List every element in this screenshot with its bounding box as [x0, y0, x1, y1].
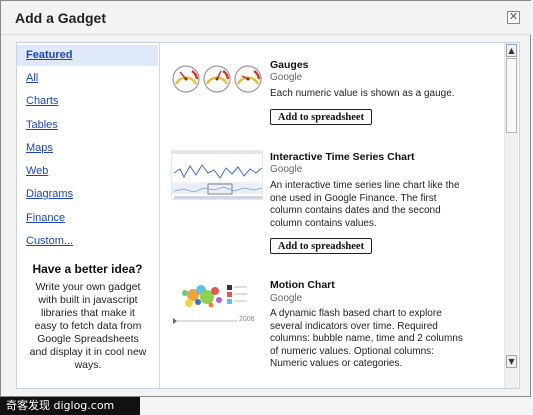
gadget-author: Google: [270, 72, 303, 83]
sidebar-item-featured[interactable]: Featured: [17, 45, 158, 66]
promo-text: Write your own gadget with built in java…: [29, 281, 147, 371]
add-to-spreadsheet-button[interactable]: Add to spreadsheet: [270, 238, 372, 254]
sidebar-item-diagrams[interactable]: Diagrams: [17, 184, 158, 205]
motion-chart-thumbnail[interactable]: 2006: [171, 277, 263, 327]
scroll-down-icon[interactable]: ▼: [506, 355, 517, 368]
close-icon[interactable]: ✕: [507, 11, 520, 24]
add-gadget-dialog: Add a Gadget ✕ Featured All Charts Table…: [0, 0, 532, 397]
add-to-spreadsheet-button[interactable]: Add to spreadsheet: [270, 109, 372, 125]
dialog-titlebar: Add a Gadget ✕: [1, 1, 532, 35]
vertical-scrollbar[interactable]: ▲ ▼: [504, 43, 518, 388]
gadget-name: Interactive Time Series Chart: [270, 151, 415, 163]
gadget-author: Google: [270, 293, 303, 304]
time-series-thumbnail[interactable]: [171, 150, 263, 200]
motion-chart-year-label: 2006: [239, 316, 255, 323]
sidebar-item-finance[interactable]: Finance: [17, 208, 158, 229]
promo-title: Have a better idea?: [32, 262, 143, 276]
scroll-up-icon[interactable]: ▲: [506, 44, 517, 57]
sidebar-item-custom[interactable]: Custom...: [17, 231, 158, 252]
category-sidebar: Featured All Charts Tables Maps Web Diag…: [17, 43, 160, 388]
gadget-description: Each numeric value is shown as a gauge.: [270, 88, 455, 99]
sidebar-item-tables[interactable]: Tables: [17, 115, 158, 136]
sidebar-item-charts[interactable]: Charts: [17, 91, 158, 112]
gadget-author: Google: [270, 164, 303, 175]
gauges-thumbnail[interactable]: [171, 57, 263, 103]
sidebar-item-maps[interactable]: Maps: [17, 138, 158, 159]
gadget-name: Motion Chart: [270, 279, 335, 291]
gadget-description: An interactive time series line chart li…: [270, 180, 460, 229]
sidebar-item-web[interactable]: Web: [17, 161, 158, 182]
sidebar-item-all[interactable]: All: [17, 68, 158, 89]
scrollbar-thumb[interactable]: [506, 58, 517, 133]
dialog-body: Featured All Charts Tables Maps Web Diag…: [16, 42, 520, 389]
dialog-title: Add a Gadget: [15, 10, 107, 26]
gadget-list: Gauges Google Each numeric value is show…: [160, 43, 504, 388]
gadget-description: A dynamic flash based chart to explore s…: [270, 308, 463, 370]
watermark: 奇客发现 diglog.com: [0, 397, 140, 415]
gadget-name: Gauges: [270, 59, 309, 71]
